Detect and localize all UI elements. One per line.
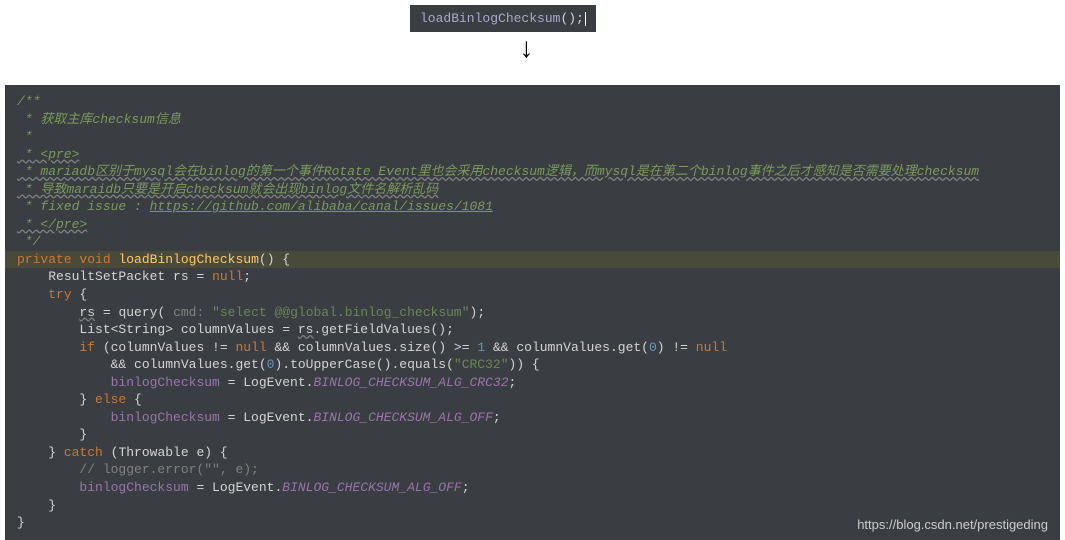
code-line: } else { xyxy=(5,391,1060,409)
code-editor[interactable]: /** * 获取主库checksum信息 * * <pre> * mariadb… xyxy=(5,85,1060,540)
comment-line: * 导致maraidb只要是开启checksum就会出现binlog文件名解析乱… xyxy=(5,181,1060,199)
comment-line: */ xyxy=(5,233,1060,251)
code-line: binlogChecksum = LogEvent.BINLOG_CHECKSU… xyxy=(5,374,1060,392)
text-cursor xyxy=(585,12,586,26)
code-line: // logger.error("", e); xyxy=(5,461,1060,479)
snippet-method: loadBinlogChecksum xyxy=(420,11,560,26)
code-line: rs = query( cmd: "select @@global.binlog… xyxy=(5,304,1060,322)
comment-line: * mariadb区别于mysql会在binlog的第一个事件Rotate Ev… xyxy=(5,163,1060,181)
code-line: } xyxy=(5,497,1060,515)
code-line: ResultSetPacket rs = null; xyxy=(5,268,1060,286)
code-line: && columnValues.get(0).toUpperCase().equ… xyxy=(5,356,1060,374)
top-code-snippet: loadBinlogChecksum(); xyxy=(410,5,596,32)
method-declaration: private void loadBinlogChecksum() { xyxy=(5,251,1060,269)
code-line: } catch (Throwable e) { xyxy=(5,444,1060,462)
comment-line: /** xyxy=(5,93,1060,111)
code-line: binlogChecksum = LogEvent.BINLOG_CHECKSU… xyxy=(5,479,1060,497)
comment-line: * 获取主库checksum信息 xyxy=(5,111,1060,129)
code-line: } xyxy=(5,426,1060,444)
comment-line: * <pre> xyxy=(5,146,1060,164)
issue-link[interactable]: https://github.com/alibaba/canal/issues/… xyxy=(150,199,493,214)
arrow-down-icon: ↓ xyxy=(518,35,535,66)
code-line: binlogChecksum = LogEvent.BINLOG_CHECKSU… xyxy=(5,409,1060,427)
code-line: if (columnValues != null && columnValues… xyxy=(5,339,1060,357)
watermark-text: https://blog.csdn.net/prestigeding xyxy=(857,516,1048,534)
code-line: List<String> columnValues = rs.getFieldV… xyxy=(5,321,1060,339)
comment-line: * xyxy=(5,128,1060,146)
code-line: try { xyxy=(5,286,1060,304)
comment-line: * fixed issue : https://github.com/aliba… xyxy=(5,198,1060,216)
snippet-paren: (); xyxy=(560,11,583,26)
comment-line: * </pre> xyxy=(5,216,1060,234)
